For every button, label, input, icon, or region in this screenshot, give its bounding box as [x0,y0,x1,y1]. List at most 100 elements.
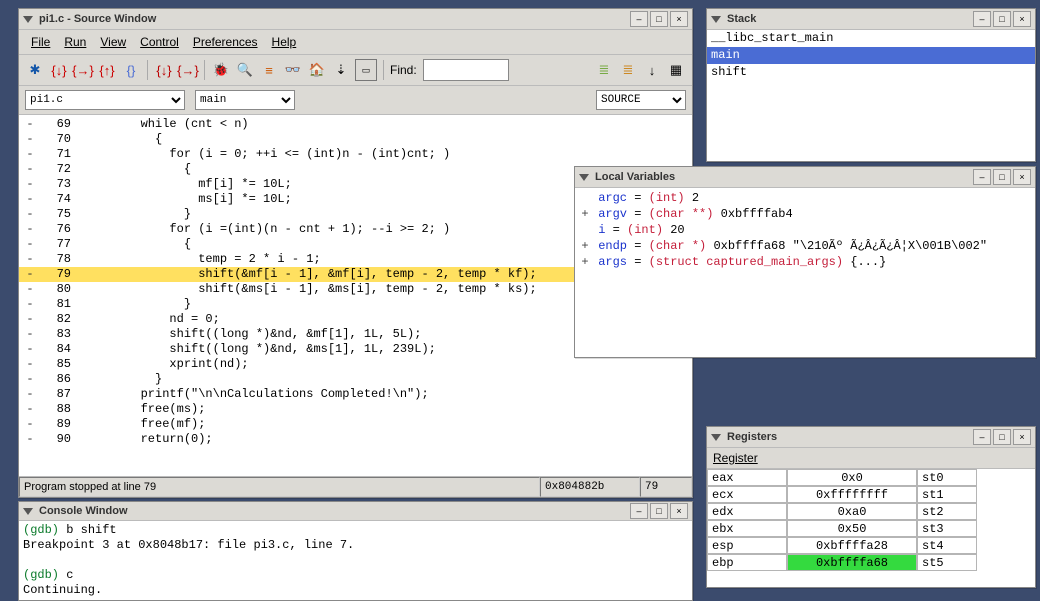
registers-menu[interactable]: Register [707,448,1035,469]
breakpoints-icon[interactable]: ≡ [259,60,279,80]
statusbar: Program stopped at line 79 0x804882b 79 [19,476,692,497]
console-body[interactable]: (gdb) b shiftBreakpoint 3 at 0x8048b17: … [19,521,692,600]
local-variable-row[interactable]: i = (int) 20 [577,222,1033,238]
local-variable-row[interactable]: + argv = (char **) 0xbffffab4 [577,206,1033,222]
menu-file[interactable]: File [25,33,56,51]
menu-help[interactable]: Help [266,33,303,51]
maximize-icon[interactable]: □ [993,429,1011,445]
mode-select[interactable]: SOURCE [596,90,686,110]
continue-icon[interactable]: {} [121,60,141,80]
code-line[interactable]: -88 free(ms); [19,402,692,417]
code-line[interactable]: -71 for (i = 0; ++i <= (int)n - (int)cnt… [19,147,692,162]
minimize-icon[interactable]: – [973,429,991,445]
close-icon[interactable]: × [1013,429,1031,445]
register-row[interactable]: esp0xbffffa28st4 [707,537,1035,554]
stack-item[interactable]: main [707,47,1035,64]
local-variable-row[interactable]: + endp = (char *) 0xbffffa68 "\210Ãº Ã¿Â… [577,238,1033,254]
register-row[interactable]: ebx0x50st3 [707,520,1035,537]
file-select[interactable]: pi1.c [25,90,185,110]
stack-item[interactable]: __libc_start_main [707,30,1035,47]
registers-window: Registers – □ × Register eax0x0st0ecx0xf… [706,426,1036,588]
toolbar: ✱ {↓} {→} {↑} {} {↓} {→} 🐞 🔍 ≡ 👓 🏠 ⇣ ▭ F… [19,55,692,86]
register-row[interactable]: ebp0xbffffa68st5 [707,554,1035,571]
search-icon[interactable]: 🔍 [235,60,255,80]
stack-window: Stack – □ × __libc_start_mainmainshift [706,8,1036,162]
maximize-icon[interactable]: □ [993,11,1011,27]
function-select[interactable]: main [195,90,295,110]
watch-icon[interactable]: 👓 [283,60,303,80]
minimize-icon[interactable]: – [630,11,648,27]
run-icon[interactable]: ✱ [25,60,45,80]
code-line[interactable]: -86 } [19,372,692,387]
locals-titlebar[interactable]: Local Variables – □ × [575,167,1035,188]
code-line[interactable]: -90 return(0); [19,432,692,447]
collapse-icon[interactable] [711,434,721,441]
status-line: 79 [640,477,692,497]
close-icon[interactable]: × [670,11,688,27]
minimize-icon[interactable]: – [973,169,991,185]
source-titlebar[interactable]: pi1.c - Source Window – □ × [19,9,692,30]
maximize-icon[interactable]: □ [650,503,668,519]
stack-icon[interactable]: ≣ [594,60,614,80]
menu-view[interactable]: View [94,33,132,51]
console-line: Continuing. [23,583,688,598]
maximize-icon[interactable]: □ [993,169,1011,185]
menubar: File Run View Control Preferences Help [19,30,692,55]
home-icon[interactable]: 🏠 [307,60,327,80]
collapse-icon[interactable] [23,16,33,23]
locals-title: Local Variables [595,171,973,183]
menu-run[interactable]: Run [58,33,92,51]
finish-icon[interactable]: {↑} [97,60,117,80]
code-line[interactable]: -69 while (cnt < n) [19,117,692,132]
console-titlebar[interactable]: Console Window – □ × [19,502,692,521]
console-line: (gdb) b shift [23,523,688,538]
console-window: Console Window – □ × (gdb) b shiftBreakp… [18,501,693,601]
console-line: Breakpoint 3 at 0x8048b17: file pi3.c, l… [23,538,688,553]
console-line [23,553,688,568]
maximize-icon[interactable]: □ [650,11,668,27]
down-arrow-icon[interactable]: ↓ [642,60,662,80]
terminal-icon[interactable]: ▭ [355,59,377,81]
frame-icon[interactable]: ▦ [666,60,686,80]
stack-title: Stack [727,13,973,25]
minimize-icon[interactable]: – [630,503,648,519]
find-label: Find: [390,63,417,77]
code-line[interactable]: -70 { [19,132,692,147]
stack-item[interactable]: shift [707,64,1035,81]
next-asm-icon[interactable]: {→} [178,60,198,80]
register-row[interactable]: eax0x0st0 [707,469,1035,486]
code-line[interactable]: -89 free(mf); [19,417,692,432]
code-line[interactable]: -87 printf("\n\nCalculations Completed!\… [19,387,692,402]
collapse-icon[interactable] [23,508,33,515]
console-title: Console Window [39,505,630,517]
status-address: 0x804882b [540,477,640,497]
registers-titlebar[interactable]: Registers – □ × [707,427,1035,448]
close-icon[interactable]: × [670,503,688,519]
step-icon[interactable]: {↓} [49,60,69,80]
stack-titlebar[interactable]: Stack – □ × [707,9,1035,30]
stack-list[interactable]: __libc_start_mainmainshift [707,30,1035,161]
close-icon[interactable]: × [1013,169,1031,185]
local-variable-row[interactable]: + args = (struct captured_main_args) {..… [577,254,1033,270]
local-variable-row[interactable]: argc = (int) 2 [577,190,1033,206]
menu-control[interactable]: Control [134,33,185,51]
regs-icon[interactable]: ≣ [618,60,638,80]
collapse-icon[interactable] [711,16,721,23]
bug-icon[interactable]: 🐞 [211,60,231,80]
collapse-icon[interactable] [579,174,589,181]
console-line: (gdb) c [23,568,688,583]
next-icon[interactable]: {→} [73,60,93,80]
source-title: pi1.c - Source Window [39,13,630,25]
menu-preferences[interactable]: Preferences [187,33,264,51]
step-asm-icon[interactable]: {↓} [154,60,174,80]
register-row[interactable]: edx0xa0st2 [707,503,1035,520]
close-icon[interactable]: × [1013,11,1031,27]
registers-body[interactable]: eax0x0st0ecx0xffffffffst1edx0xa0st2ebx0x… [707,469,1035,587]
down-stack-icon[interactable]: ⇣ [331,60,351,80]
locals-body[interactable]: argc = (int) 2+ argv = (char **) 0xbffff… [575,188,1035,357]
minimize-icon[interactable]: – [973,11,991,27]
register-row[interactable]: ecx0xffffffffst1 [707,486,1035,503]
locals-window: Local Variables – □ × argc = (int) 2+ ar… [574,166,1036,358]
code-line[interactable]: -85 xprint(nd); [19,357,692,372]
find-input[interactable] [423,59,509,81]
